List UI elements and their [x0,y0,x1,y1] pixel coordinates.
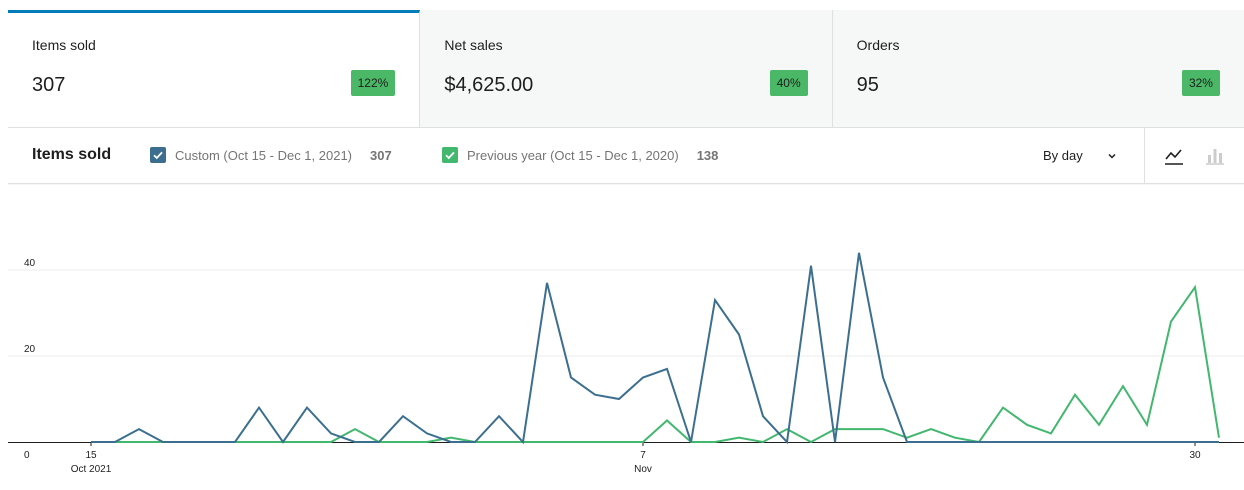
y-tick-label: 0 [24,450,30,461]
tile-items-sold[interactable]: Items sold 307 122% [8,10,421,127]
chevron-down-icon [1108,153,1116,159]
tile-label: Net sales [444,37,503,53]
x-axis-ticks: 15 Oct 2021 7 Nov 30 [71,442,1201,475]
checkbox-checked-icon[interactable] [442,147,458,163]
interval-select[interactable]: By day [1043,148,1117,163]
tile-net-sales[interactable]: Net sales $4,625.00 40% [420,10,833,127]
tile-orders[interactable]: Orders 95 32% [832,10,1244,127]
chart-plot: 0204060 15Oct 20217Nov30 [8,184,1244,475]
gridlines [8,184,1244,443]
tile-label: Items sold [32,37,96,53]
x-tick-label: 30 [1189,450,1201,461]
summary-tiles: Items sold 307 122% Net sales $4,625.00 … [8,10,1244,128]
tile-value: $4,625.00 [444,74,534,96]
tile-value: 307 [32,74,66,96]
series-line-current [91,252,1219,445]
legend-total: 307 [370,147,392,163]
x-tick-label: 15 [85,450,97,461]
tile-label: Orders [856,37,900,53]
legend-label: Custom (Oct 15 - Dec 1, 2021) [175,147,353,163]
legend-total: 138 [696,147,719,163]
interval-label: By day [1043,148,1083,163]
x-tick-sublabel: Nov [634,464,652,475]
y-axis-ticks: 0204060 [24,258,36,461]
bar-chart-icon[interactable] [1203,144,1227,168]
legend-item-previous[interactable]: Previous year (Oct 15 - Dec 1, 2020) 138 [442,147,718,163]
delta-badge: 32% [1181,70,1220,96]
legend-label: Previous year (Oct 15 - Dec 1, 2020) [467,147,679,163]
chart-header: Items sold Custom (Oct 15 - Dec 1, 2021)… [8,128,1244,184]
series-lines [91,252,1220,445]
delta-badge: 40% [769,70,808,96]
y-tick-label: 20 [24,344,36,355]
checkbox-checked-icon[interactable] [150,147,166,163]
header-divider [1144,128,1145,183]
tile-value: 95 [856,74,879,96]
chart-title: Items sold [32,146,112,163]
legend-item-current[interactable]: Custom (Oct 15 - Dec 1, 2021) 307 [150,147,392,163]
delta-badge: 122% [350,70,396,96]
line-chart-icon[interactable] [1162,144,1186,168]
x-tick-sublabel: Oct 2021 [71,464,112,475]
x-tick-label: 7 [640,450,646,461]
series-line-previous [91,284,1220,444]
y-tick-label: 40 [24,258,36,269]
